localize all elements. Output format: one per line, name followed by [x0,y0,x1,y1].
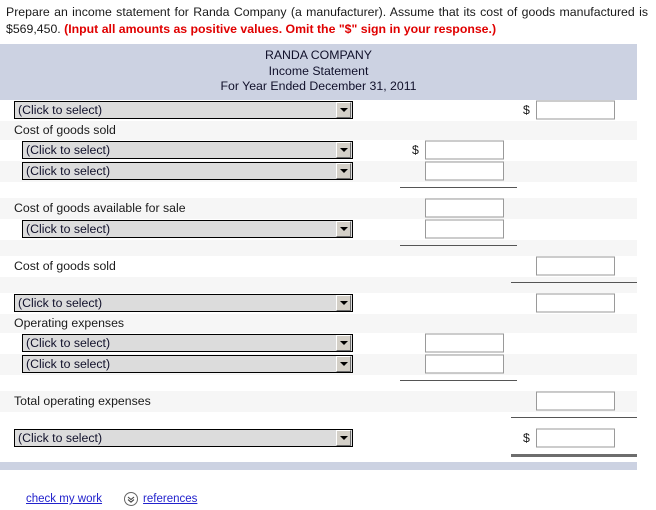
select-label: (Click to select) [26,164,111,178]
subtotal-rule-row [0,181,637,198]
net-income-select[interactable]: (Click to select) [14,429,353,447]
cost-of-goods-manufactured-input[interactable] [425,161,504,181]
sales-account-select[interactable]: (Click to select) [14,101,353,119]
gross-profit-select[interactable]: (Click to select) [14,294,353,312]
chevron-down-icon[interactable] [336,335,351,351]
operating-expense-two-input[interactable] [425,354,504,374]
ending-inventory-select[interactable]: (Click to select) [22,220,353,238]
dollar-sign: $ [412,143,419,157]
cogs-total-input[interactable] [536,256,615,276]
select-label: (Click to select) [26,143,111,157]
prompt-note: (Input all amounts as positive values. O… [64,22,497,36]
select-label: (Click to select) [18,431,103,445]
table-row: (Click to select) [0,332,637,354]
table-row: (Click to select) $ [0,427,637,449]
goods-available-label: Cost of goods available for sale [14,201,186,215]
table-row: Cost of goods available for sale [0,197,637,219]
beginning-inventory-input[interactable] [425,140,504,160]
gross-profit-input[interactable] [536,293,615,313]
dollar-sign: $ [523,103,530,117]
income-statement-table: RANDA COMPANY Income Statement For Year … [0,44,637,470]
ending-inventory-input[interactable] [425,219,504,239]
sales-amount-input[interactable] [536,100,615,120]
total-opex-label: Total operating expenses [14,394,151,408]
table-row: (Click to select) [0,160,637,182]
subtotal-underline [400,186,517,188]
table-row: Cost of goods sold [0,120,637,140]
table-row: Cost of goods sold [0,255,637,277]
subtotal-underline [511,281,637,283]
table-bottom-band [0,461,637,470]
dollar-sign: $ [523,431,530,445]
cogs-total-label: Cost of goods sold [14,259,116,273]
subtotal-rule-row [0,411,637,428]
chevron-down-icon[interactable] [336,221,351,237]
table-row: (Click to select) [0,353,637,375]
subtotal-rule-row [0,239,637,256]
references-link[interactable]: references [143,493,197,505]
select-label: (Click to select) [26,222,111,236]
net-income-input[interactable] [536,428,615,448]
chevron-down-icon[interactable] [336,295,351,311]
opex-section-label: Operating expenses [14,316,125,330]
statement-title: Income Statement [268,63,369,78]
subtotal-underline [400,379,517,381]
cogs-section-label: Cost of goods sold [14,123,116,137]
subtotal-rule-row [0,374,637,391]
operating-expense-one-input[interactable] [425,333,504,353]
subtotal-underline [400,244,517,246]
cost-of-goods-manufactured-select[interactable]: (Click to select) [22,162,353,180]
table-row: (Click to select) [0,292,637,314]
footer-bar: check my work references [0,488,656,510]
total-opex-input[interactable] [536,391,615,411]
check-my-work-link[interactable]: check my work [26,493,102,505]
subtotal-rule-row [0,276,637,293]
select-label: (Click to select) [26,357,111,371]
table-row: (Click to select) [0,218,637,240]
chevron-down-icon[interactable] [336,430,351,446]
chevron-down-icon[interactable] [336,163,351,179]
subtotal-underline [511,416,637,418]
exercise-page: Prepare an income statement for Randa Co… [0,0,656,510]
chevron-down-icon[interactable] [336,142,351,158]
select-label: (Click to select) [26,336,111,350]
select-label: (Click to select) [18,296,103,310]
grand-total-underline [511,453,637,457]
operating-expense-two-select[interactable]: (Click to select) [22,355,353,373]
goods-available-input[interactable] [425,198,504,218]
table-row: (Click to select) $ [0,99,637,121]
chevron-down-icon[interactable] [336,102,351,118]
total-rule-row [0,448,637,462]
beginning-inventory-select[interactable]: (Click to select) [22,141,353,159]
operating-expense-one-select[interactable]: (Click to select) [22,334,353,352]
chevron-down-icon[interactable] [336,356,351,372]
table-row: Total operating expenses [0,390,637,412]
statement-header: RANDA COMPANY Income Statement For Year … [0,44,637,100]
question-prompt: Prepare an income statement for Randa Co… [0,0,656,38]
statement-period: For Year Ended December 31, 2011 [220,79,417,93]
company-name: RANDA COMPANY [264,48,373,62]
double-chevron-down-icon[interactable] [124,492,139,506]
select-label: (Click to select) [18,103,103,117]
table-row: (Click to select) $ [0,139,637,161]
table-row: Operating expenses [0,313,637,333]
